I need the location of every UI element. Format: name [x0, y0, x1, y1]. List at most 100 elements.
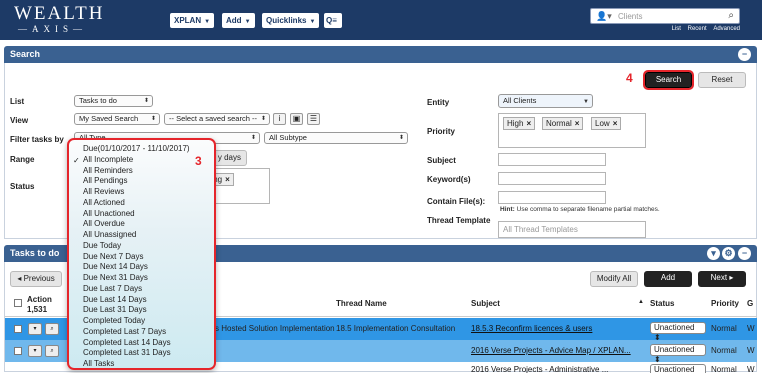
row-subject-link[interactable]: 2016 Verse Projects - Advice Map / XPLAN…	[471, 346, 631, 355]
row-trail: W	[747, 346, 755, 355]
range-option[interactable]: Completed Last 14 Days	[83, 338, 171, 348]
contain-files-input[interactable]	[498, 191, 606, 204]
row-subject-link[interactable]: 18.5.3 Reconfirm licences & users	[471, 324, 592, 333]
action-column-header[interactable]: Action	[27, 295, 52, 304]
tasks-panel-title: Tasks to do	[10, 248, 60, 258]
search-button[interactable]: Search	[643, 70, 694, 90]
view-select[interactable]: My Saved Search ⬍	[74, 113, 160, 125]
filename-hint: Hint: Use comma to separate filename par…	[500, 206, 660, 213]
sort-asc-icon[interactable]: ▲	[638, 299, 644, 305]
subject-input[interactable]	[498, 153, 606, 166]
search-icon[interactable]: ⌕	[728, 10, 734, 21]
row-priority: Normal	[711, 365, 737, 373]
search-panel-title: Search	[10, 49, 41, 59]
status-column-header[interactable]: Status	[650, 299, 674, 308]
saved-search-select[interactable]: -- Select a saved search -- ⬍	[164, 113, 270, 125]
chevron-down-icon: ▼	[204, 19, 211, 25]
xplan-menu-button[interactable]: XPLAN ▼	[170, 13, 215, 28]
range-dropdown-menu[interactable]: ✓ 3 Due(01/10/2017 - 11/10/2017) All Inco…	[67, 138, 216, 370]
row-status-select[interactable]: Unactioned ⬍	[650, 344, 706, 364]
row-description: s Hosted Solution Implementation	[215, 324, 335, 333]
range-option[interactable]: All Tasks	[83, 359, 114, 369]
task-subtype-select[interactable]: All Subtype ⬍	[264, 132, 408, 144]
remove-icon[interactable]: ×	[575, 119, 580, 128]
search-icon[interactable]: ⌕	[45, 323, 59, 335]
range-option[interactable]: All Unassigned	[83, 230, 136, 240]
entity-label: Entity	[427, 98, 450, 107]
range-option[interactable]: Due Next 31 Days	[83, 273, 148, 283]
recent-link[interactable]: Recent	[688, 26, 707, 32]
row-menu-icon[interactable]: ▾	[28, 345, 42, 357]
remove-icon[interactable]: ×	[225, 175, 230, 184]
range-option[interactable]: Completed Today	[83, 316, 145, 326]
keywords-label: Keyword(s)	[427, 175, 471, 184]
next-button[interactable]: Next ▸	[698, 271, 746, 287]
range-option[interactable]: Due Today	[83, 241, 121, 251]
collapse-icon[interactable]: −	[738, 48, 751, 61]
chevron-down-icon[interactable]: ▾	[707, 247, 720, 260]
range-option[interactable]: All Actioned	[83, 198, 125, 208]
row-trail: W	[747, 324, 755, 333]
row-subject-link[interactable]: 2016 Verse Projects - Administrative ...	[471, 365, 608, 373]
range-option[interactable]: Due Last 14 Days	[83, 295, 147, 305]
range-option[interactable]: All Overdue	[83, 219, 125, 229]
search-list-icon[interactable]: Q≡	[324, 13, 342, 28]
reset-button[interactable]: Reset	[698, 72, 746, 88]
range-option[interactable]: Due(01/10/2017 - 11/10/2017)	[83, 144, 190, 154]
select-arrows-icon: ⬍	[143, 98, 149, 104]
modify-all-button[interactable]: Modify All	[590, 271, 638, 287]
range-option[interactable]: Due Last 7 Days	[83, 284, 142, 294]
remove-icon[interactable]: ×	[613, 119, 618, 128]
column-header-trail: G	[747, 299, 754, 308]
row-checkbox[interactable]	[14, 347, 22, 355]
entity-select[interactable]: All Clients ▼	[498, 94, 593, 108]
previous-button[interactable]: ◂ Previous	[10, 271, 62, 287]
priority-tag-box[interactable]: High × Normal × Low ×	[498, 113, 646, 148]
add-menu-button[interactable]: Add ▼	[222, 13, 255, 28]
range-option[interactable]: Completed Last 7 Days	[83, 327, 166, 337]
row-menu-icon[interactable]: ▾	[28, 323, 42, 335]
person-icon[interactable]: 👤▾	[596, 11, 612, 22]
list-icon[interactable]: ☰	[307, 113, 320, 125]
settings-icon[interactable]: ⚙	[722, 247, 735, 260]
range-option[interactable]: All Pendings	[83, 176, 127, 186]
info-icon[interactable]: i	[273, 113, 286, 125]
range-option[interactable]: Due Next 14 Days	[83, 262, 148, 272]
range-option[interactable]: All Incomplete	[83, 155, 133, 165]
client-search-input[interactable]: 👤▾ Clients ⌕	[590, 8, 740, 24]
range-option[interactable]: All Unactioned	[83, 209, 135, 219]
row-checkbox[interactable]	[14, 325, 22, 333]
checkmark-icon: ✓	[73, 156, 80, 165]
list-select[interactable]: Tasks to do ⬍	[74, 95, 153, 107]
row-priority: Normal	[711, 346, 737, 355]
range-option[interactable]: Due Next 7 Days	[83, 252, 143, 262]
advanced-link[interactable]: Advanced	[713, 26, 740, 32]
range-option[interactable]: All Reviews	[83, 187, 124, 197]
priority-column-header[interactable]: Priority	[711, 299, 739, 308]
remove-icon[interactable]: ×	[526, 119, 531, 128]
thread-name-column-header[interactable]: Thread Name	[336, 299, 387, 308]
chevron-down-icon: ▼	[583, 99, 589, 105]
chevron-right-icon: ▸	[727, 273, 734, 282]
status-label: Status	[10, 182, 35, 191]
row-status-select[interactable]: Unactioned ⬍	[650, 364, 706, 373]
collapse-icon[interactable]: −	[738, 247, 751, 260]
wealth-axis-logo[interactable]: WEALTH —AXIS—	[14, 3, 105, 35]
range-option[interactable]: Due Last 31 Days	[83, 305, 147, 315]
logo-line1: WEALTH	[14, 3, 105, 24]
task-count: 1,531	[27, 305, 48, 314]
keywords-input[interactable]	[498, 172, 606, 185]
select-all-checkbox[interactable]	[14, 299, 22, 307]
subject-column-header[interactable]: Subject	[471, 299, 500, 308]
list-link[interactable]: List	[672, 26, 681, 32]
range-option[interactable]: Completed Last 31 Days	[83, 348, 171, 358]
range-option[interactable]: All Reminders	[83, 166, 133, 176]
search-icon[interactable]: ⌕	[45, 345, 59, 357]
chevron-down-icon: ▼	[244, 19, 251, 25]
quicklinks-menu-button[interactable]: Quicklinks ▼	[262, 13, 320, 28]
save-icon[interactable]: ▣	[290, 113, 303, 125]
row-status-select[interactable]: Unactioned ⬍	[650, 322, 706, 342]
row-trail: W	[747, 365, 755, 373]
thread-template-input[interactable]: All Thread Templates	[498, 221, 646, 238]
add-task-button[interactable]: Add	[644, 271, 692, 287]
